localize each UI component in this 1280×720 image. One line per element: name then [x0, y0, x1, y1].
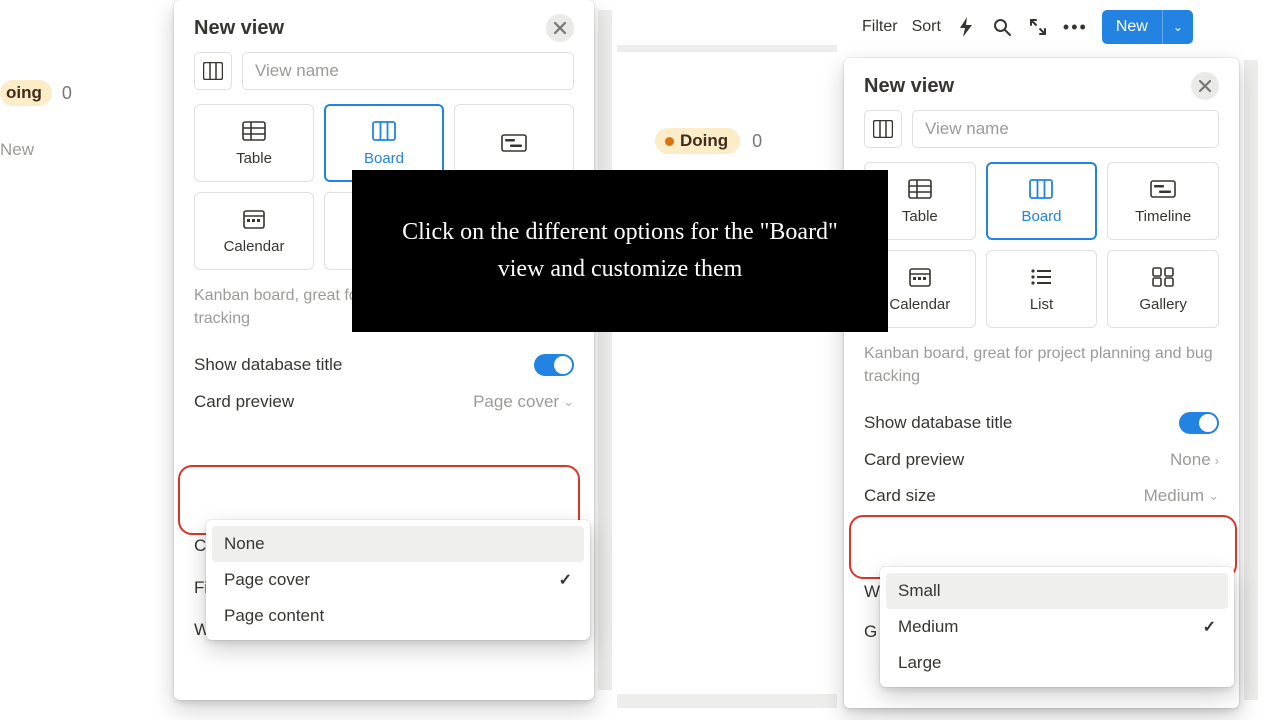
dropdown-item-large[interactable]: Large: [886, 645, 1228, 681]
view-option-board[interactable]: Board: [986, 162, 1098, 240]
list-icon: [1030, 268, 1052, 286]
sort-button[interactable]: Sort: [912, 18, 941, 36]
new-card-button[interactable]: New: [0, 140, 34, 160]
card-preview-dropdown: None Page cover ✓ Page content: [206, 520, 590, 640]
new-button[interactable]: New ⌄: [1102, 10, 1193, 44]
chevron-down-icon: ⌄: [1208, 488, 1219, 504]
calendar-icon: [909, 267, 931, 287]
card-size-setting[interactable]: Card size Medium⌄: [844, 478, 1239, 514]
instruction-callout: Click on the different options for the "…: [352, 170, 888, 332]
dropdown-item-page-content[interactable]: Page content: [212, 598, 584, 634]
view-option-list[interactable]: List: [986, 250, 1098, 328]
gallery-icon: [1152, 267, 1174, 287]
board-icon: [372, 121, 396, 141]
status-dot-icon: [665, 137, 674, 146]
view-icon-picker[interactable]: [864, 110, 902, 148]
view-option-calendar[interactable]: Calendar: [194, 192, 314, 270]
table-icon: [242, 121, 266, 141]
card-preview-setting[interactable]: Card preview Page cover⌄: [174, 384, 594, 420]
check-icon: ✓: [559, 570, 572, 590]
close-button[interactable]: [1191, 72, 1219, 100]
close-icon: [1199, 80, 1211, 92]
view-option-timeline[interactable]: Timeline: [1107, 162, 1219, 240]
status-column-doing: Doing 0: [655, 128, 762, 154]
panel-title: New view: [864, 75, 954, 98]
search-icon: [993, 18, 1011, 36]
chevron-down-icon: ⌄: [563, 394, 574, 410]
toggle-on[interactable]: [534, 354, 574, 376]
expand-icon: [1030, 19, 1046, 35]
dropdown-item-page-cover[interactable]: Page cover ✓: [212, 562, 584, 598]
close-icon: [554, 22, 566, 34]
status-count: 0: [62, 83, 72, 104]
status-pill: Doing: [655, 128, 740, 154]
truncated-setting: W: [864, 582, 880, 602]
view-description: Kanban board, great for project planning…: [844, 342, 1239, 404]
search-button[interactable]: [991, 16, 1013, 38]
calendar-icon: [243, 209, 265, 229]
more-button[interactable]: •••: [1063, 17, 1088, 38]
filter-button[interactable]: Filter: [862, 18, 898, 36]
dropdown-item-medium[interactable]: Medium ✓: [886, 609, 1228, 645]
card-preview-setting[interactable]: Card preview None›: [844, 442, 1239, 478]
view-icon-picker[interactable]: [194, 52, 232, 90]
show-database-title-setting[interactable]: Show database title: [174, 346, 594, 384]
table-icon: [908, 179, 932, 199]
close-button[interactable]: [546, 14, 574, 42]
check-icon: ✓: [1203, 617, 1216, 637]
toggle-on[interactable]: [1179, 412, 1219, 434]
show-database-title-setting[interactable]: Show database title: [844, 404, 1239, 442]
card-size-dropdown: Small Medium ✓ Large: [880, 567, 1234, 687]
board-icon: [203, 62, 223, 80]
view-name-input[interactable]: [912, 110, 1219, 148]
chevron-right-icon: ›: [1215, 453, 1219, 468]
status-pill: oing: [0, 80, 52, 106]
view-name-input[interactable]: [242, 52, 574, 90]
panel-title: New view: [194, 17, 284, 40]
dropdown-item-small[interactable]: Small: [886, 573, 1228, 609]
dropdown-item-none[interactable]: None: [212, 526, 584, 562]
view-option-gallery[interactable]: Gallery: [1107, 250, 1219, 328]
timeline-icon: [501, 134, 527, 152]
status-column-doing: oing 0: [0, 80, 72, 106]
expand-button[interactable]: [1027, 16, 1049, 38]
timeline-icon: [1150, 180, 1176, 198]
status-count: 0: [752, 131, 762, 152]
truncated-setting: C: [194, 536, 206, 556]
view-option-table[interactable]: Table: [194, 104, 314, 182]
truncated-setting: G: [864, 622, 877, 642]
automations-button[interactable]: [955, 16, 977, 38]
lightning-icon: [959, 17, 973, 37]
board-icon: [1029, 179, 1053, 199]
board-icon: [873, 120, 893, 138]
database-toolbar: Filter Sort ••• New ⌄: [862, 10, 1193, 44]
chevron-down-icon[interactable]: ⌄: [1163, 10, 1193, 44]
